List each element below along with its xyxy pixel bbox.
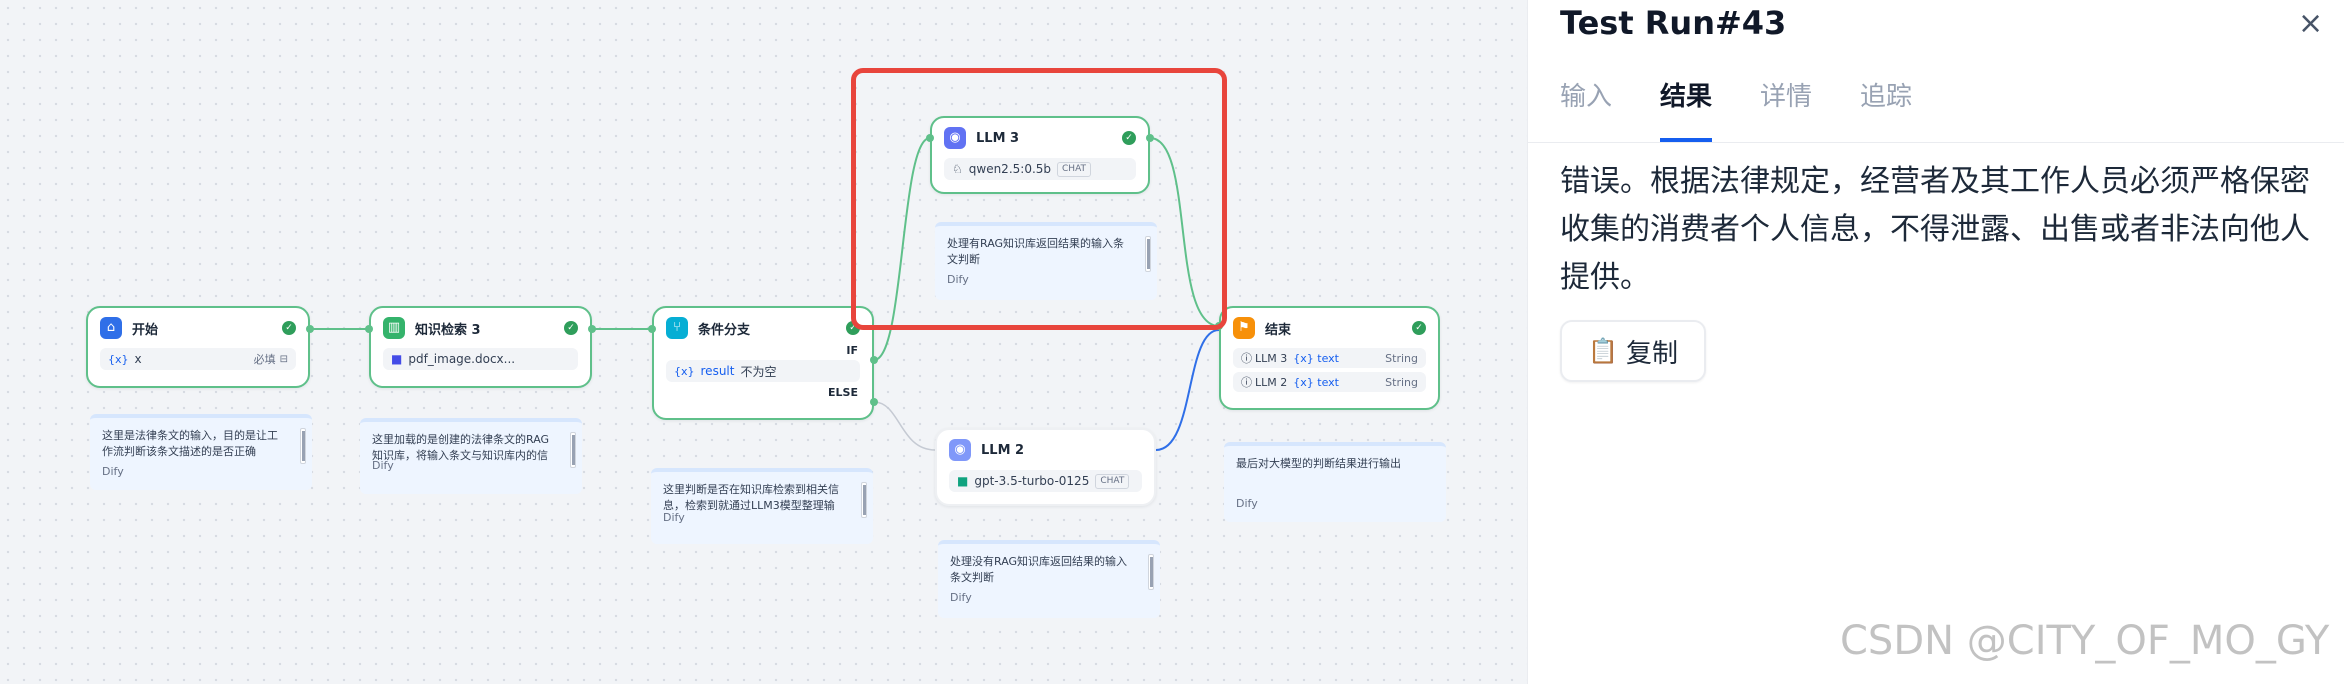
end-node-title: 结束 xyxy=(1265,322,1292,338)
note-knowledge[interactable]: 这里加载的是创建的法律条文的RAG知识库，将输入条文与知识库内的信 Dify xyxy=(360,418,582,494)
tab-trace[interactable]: 追踪 xyxy=(1860,76,1912,142)
panel-tabs: 输入 结果 详情 追踪 xyxy=(1560,76,1960,142)
home-icon: ⌂ xyxy=(100,317,122,339)
tab-divider xyxy=(1528,142,2344,143)
condition-variable: result xyxy=(700,364,735,378)
output-type: String xyxy=(1385,351,1418,365)
llm2-node-title: LLM 2 xyxy=(981,442,1025,458)
connection-handle[interactable] xyxy=(588,325,596,333)
variable-icon: {x} xyxy=(108,352,129,366)
file-name: pdf_image.docx... xyxy=(408,352,516,366)
llm-small-icon: ⓘ xyxy=(1241,376,1252,389)
note-author: Dify xyxy=(950,591,972,604)
text-field-icon: ⊟ xyxy=(279,353,288,365)
note-scrollbar[interactable] xyxy=(570,432,576,468)
output-source: LLM 2 xyxy=(1255,375,1288,389)
variable-icon: {x} xyxy=(674,364,695,378)
condition-branch-node[interactable]: ⑂ 条件分支 ✓ IF {x} result 不为空 ELSE xyxy=(652,306,874,420)
knowledge-file: ■ pdf_image.docx... xyxy=(383,348,578,370)
note-llm2[interactable]: 处理没有RAG知识库返回结果的输入条文判断 Dify xyxy=(938,540,1160,618)
note-author: Dify xyxy=(102,465,124,478)
output-type: String xyxy=(1385,375,1418,389)
note-text: 处理没有RAG知识库返回结果的输入条文判断 xyxy=(950,555,1128,584)
highlight-box xyxy=(851,68,1227,330)
note-text: 这里加载的是创建的法律条文的RAG知识库，将输入条文与知识库内的信 xyxy=(372,433,550,462)
mode-tag: CHAT xyxy=(1095,473,1130,489)
copy-label: 复制 xyxy=(1625,338,1678,369)
connection-handle[interactable] xyxy=(870,398,878,406)
output-variable: {x} text xyxy=(1293,375,1339,389)
start-node-title: 开始 xyxy=(132,322,159,338)
model-name: gpt-3.5-turbo-0125 xyxy=(974,474,1090,488)
note-text: 最后对大模型的判断结果进行输出 xyxy=(1236,457,1401,470)
tab-input[interactable]: 输入 xyxy=(1560,76,1612,142)
note-start[interactable]: 这里是法律条文的输入，目的是让工作流判断该条文描述的是否正确 Dify xyxy=(90,414,312,490)
else-label: ELSE xyxy=(828,386,858,399)
start-node[interactable]: ⌂ 开始 ✓ {x} x 必填 ⊟ xyxy=(86,306,310,388)
output-variable: {x} text xyxy=(1293,351,1339,365)
workflow-canvas[interactable]: ⌂ 开始 ✓ {x} x 必填 ⊟ ▥ 知识检索 3 ✓ ■ pdf_image… xyxy=(0,0,1527,684)
clipboard-icon: 📋 xyxy=(1588,337,1618,365)
connection-handle[interactable] xyxy=(648,325,656,333)
if-label: IF xyxy=(846,344,858,357)
close-icon[interactable]: × xyxy=(2298,6,2323,41)
end-icon: ⚑ xyxy=(1233,317,1255,339)
result-text: 错误。根据法律规定，经营者及其工作人员必须严格保密收集的消费者个人信息，不得泄露… xyxy=(1560,164,2310,295)
llm2-model: ■ gpt-3.5-turbo-0125 CHAT xyxy=(949,470,1142,492)
connection-handle[interactable] xyxy=(870,356,878,364)
panel-title: Test Run#43 xyxy=(1560,4,1787,42)
variable-name: x xyxy=(134,352,142,366)
llm2-node[interactable]: ◉ LLM 2 ■ gpt-3.5-turbo-0125 CHAT xyxy=(935,428,1156,506)
openai-icon: ■ xyxy=(957,474,969,488)
output-source: LLM 3 xyxy=(1255,351,1288,365)
success-check-icon: ✓ xyxy=(1412,321,1426,335)
note-scrollbar[interactable] xyxy=(300,428,306,464)
note-text: 这里判断是否在知识库检索到相关信息，检索到就通过LLM3模型整理输 xyxy=(663,483,839,512)
condition-operator: 不为空 xyxy=(740,364,777,379)
success-check-icon: ✓ xyxy=(282,321,296,335)
note-scrollbar[interactable] xyxy=(861,482,867,518)
watermark: CSDN @CITY_OF_MO_GY xyxy=(1840,618,2330,664)
book-icon: ▥ xyxy=(383,317,405,339)
tab-result[interactable]: 结果 xyxy=(1660,76,1713,142)
folder-icon: ■ xyxy=(391,352,403,366)
end-output-row: ⓘ LLM 3 {x} text String xyxy=(1233,348,1426,368)
branch-icon: ⑂ xyxy=(666,317,688,339)
note-text: 这里是法律条文的输入，目的是让工作流判断该条文描述的是否正确 xyxy=(102,429,278,458)
knowledge-node-title: 知识检索 3 xyxy=(415,322,481,338)
note-branch[interactable]: 这里判断是否在知识库检索到相关信息，检索到就通过LLM3模型整理输 Dify xyxy=(651,468,873,544)
start-variable: {x} x 必填 ⊟ xyxy=(100,348,296,370)
test-run-panel: Test Run#43 × 输入 结果 详情 追踪 错误。根据法律规定，经营者及… xyxy=(1527,0,2344,684)
branch-node-title: 条件分支 xyxy=(698,322,751,338)
note-scrollbar[interactable] xyxy=(1148,554,1154,590)
note-end[interactable]: 最后对大模型的判断结果进行输出 Dify xyxy=(1224,442,1446,522)
knowledge-retrieval-node[interactable]: ▥ 知识检索 3 ✓ ■ pdf_image.docx... xyxy=(369,306,592,388)
llm-small-icon: ⓘ xyxy=(1241,352,1252,365)
copy-button[interactable]: 📋 复制 xyxy=(1560,320,1706,382)
end-output-row: ⓘ LLM 2 {x} text String xyxy=(1233,372,1426,392)
edge-branch-llm2 xyxy=(873,401,936,451)
edge-llm2-end xyxy=(1155,329,1220,451)
tab-details[interactable]: 详情 xyxy=(1760,76,1812,142)
success-check-icon: ✓ xyxy=(564,321,578,335)
branch-condition: {x} result 不为空 xyxy=(666,360,860,382)
connection-handle[interactable] xyxy=(306,325,314,333)
connection-handle[interactable] xyxy=(365,325,373,333)
end-node[interactable]: ⚑ 结束 ✓ ⓘ LLM 3 {x} text String ⓘ LLM 2 {… xyxy=(1219,306,1440,410)
required-label: 必填 xyxy=(253,353,276,366)
llm-icon: ◉ xyxy=(949,439,971,461)
note-author: Dify xyxy=(1236,497,1258,510)
